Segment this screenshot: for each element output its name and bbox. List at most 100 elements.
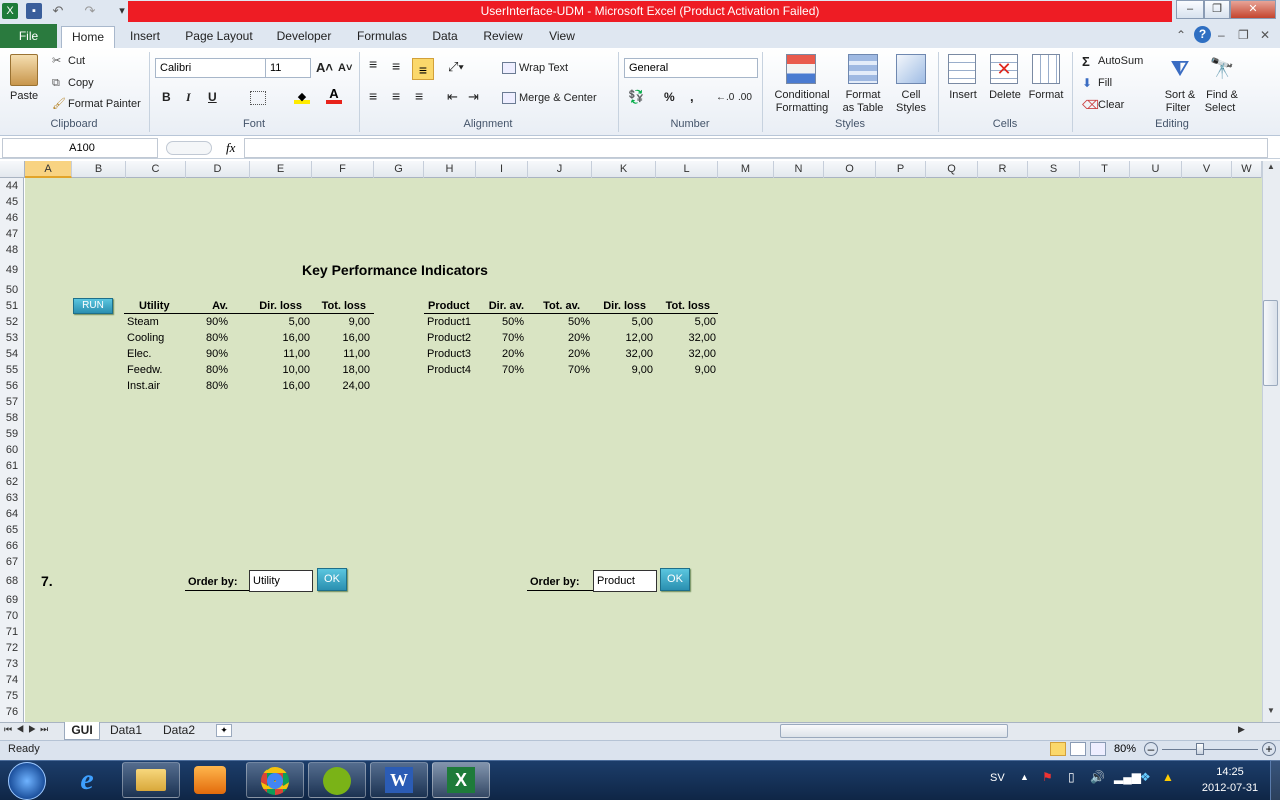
column-header-t[interactable]: T	[1080, 161, 1130, 178]
wrap-text-icon[interactable]	[502, 62, 516, 74]
excel-app-icon[interactable]: X	[2, 3, 18, 19]
paste-icon[interactable]	[10, 54, 38, 86]
column-header-d[interactable]: D	[186, 161, 250, 178]
column-header-s[interactable]: S	[1028, 161, 1080, 178]
row-header-56[interactable]: 56	[0, 378, 24, 394]
tab-view[interactable]: View	[540, 24, 584, 48]
fill-color-icon[interactable]: ◆	[294, 90, 310, 104]
bold-button[interactable]: B	[162, 91, 171, 104]
delete-cells-icon[interactable]: ✕	[990, 54, 1018, 84]
fill-icon[interactable]: ⬇	[1082, 77, 1092, 90]
dropbox-icon[interactable]: ❖	[1140, 770, 1151, 784]
drive-icon[interactable]: ▲	[1162, 770, 1174, 784]
zoom-in-icon[interactable]: +	[1262, 742, 1276, 756]
run-button[interactable]: RUN	[73, 298, 113, 314]
column-header-f[interactable]: F	[312, 161, 374, 178]
row-header-47[interactable]: 47	[0, 226, 24, 242]
row-header-62[interactable]: 62	[0, 474, 24, 490]
font-color-icon[interactable]: A	[326, 87, 342, 104]
clock-time[interactable]: 14:25	[1210, 766, 1250, 778]
row-header-51[interactable]: 51	[0, 298, 24, 314]
format-as-table-icon[interactable]	[848, 54, 878, 84]
tab-insert[interactable]: Insert	[122, 24, 168, 48]
formula-bar-splitter[interactable]	[166, 141, 212, 155]
row-header-63[interactable]: 63	[0, 490, 24, 506]
underline-button[interactable]: U	[208, 91, 217, 104]
cut-button[interactable]: Cut	[68, 55, 85, 68]
column-header-o[interactable]: O	[824, 161, 876, 178]
row-header-69[interactable]: 69	[0, 592, 24, 608]
format-button[interactable]: Format	[1026, 89, 1066, 102]
taskbar-spotify[interactable]	[308, 762, 366, 798]
number-format-select[interactable]: General	[624, 58, 758, 78]
row-header-60[interactable]: 60	[0, 442, 24, 458]
grow-font-icon[interactable]: A˄	[316, 61, 333, 74]
column-header-e[interactable]: E	[250, 161, 312, 178]
insert-button[interactable]: Insert	[946, 89, 980, 102]
save-icon[interactable]: ▪	[26, 3, 42, 19]
paste-button[interactable]: Paste	[10, 90, 38, 103]
autosum-button[interactable]: AutoSum	[1098, 55, 1143, 68]
workbook-minimize-icon[interactable]: –	[1218, 28, 1225, 42]
sheet-nav-arrows-icon[interactable]: ⏮◀▶⏭	[4, 724, 52, 735]
zoom-slider-thumb[interactable]	[1196, 743, 1204, 755]
volume-icon[interactable]: 🔊	[1090, 770, 1105, 784]
merge-center-icon[interactable]	[502, 92, 516, 104]
tab-home[interactable]: Home	[61, 26, 115, 49]
borders-icon[interactable]	[250, 91, 266, 105]
minimize-button[interactable]: –	[1176, 0, 1204, 19]
vertical-scrollbar[interactable]	[1262, 161, 1280, 722]
network-icon[interactable]: ▂▄▆	[1114, 770, 1141, 784]
row-header-71[interactable]: 71	[0, 624, 24, 640]
internet-explorer-icon[interactable]: e	[62, 764, 112, 798]
cut-icon[interactable]: ✂	[52, 55, 61, 68]
sheet-tab-data2[interactable]: Data2	[156, 722, 202, 740]
row-header-57[interactable]: 57	[0, 394, 24, 410]
merge-center-button[interactable]: Merge & Center	[519, 92, 597, 105]
insert-function-icon[interactable]: fx	[226, 140, 235, 156]
taskbar-word[interactable]: W	[370, 762, 428, 798]
autosum-icon[interactable]: Σ	[1082, 55, 1090, 68]
accounting-format-icon[interactable]: 💱	[628, 90, 644, 103]
show-desktop-button[interactable]	[1270, 760, 1280, 800]
italic-button[interactable]: I	[186, 91, 191, 104]
cell-styles-button[interactable]: Cell	[894, 89, 928, 102]
order-by-product-input[interactable]: Product	[593, 570, 657, 592]
minimize-ribbon-icon[interactable]: ⌃	[1176, 28, 1186, 42]
row-header-54[interactable]: 54	[0, 346, 24, 362]
align-bottom-icon[interactable]: ≡	[412, 58, 434, 80]
ok-product-button[interactable]: OK	[660, 568, 690, 591]
font-size-select[interactable]: 11	[265, 58, 311, 78]
show-hidden-icons[interactable]: ▲	[1020, 772, 1029, 782]
column-header-c[interactable]: C	[126, 161, 186, 178]
conditional-formatting-icon[interactable]	[786, 54, 816, 84]
insert-sheet-icon[interactable]: ✦	[216, 724, 232, 737]
row-header-64[interactable]: 64	[0, 506, 24, 522]
ok-utility-button[interactable]: OK	[317, 568, 347, 591]
column-header-u[interactable]: U	[1130, 161, 1182, 178]
row-header-72[interactable]: 72	[0, 640, 24, 656]
sheet-tab-data1[interactable]: Data1	[104, 722, 148, 740]
decrease-decimal-icon[interactable]: .00	[738, 91, 752, 104]
row-header-67[interactable]: 67	[0, 554, 24, 570]
format-painter-icon[interactable]: 🖌	[52, 98, 66, 111]
sort-filter-icon[interactable]: ⧨	[1166, 54, 1194, 84]
percent-style-button[interactable]: %	[664, 91, 675, 104]
page-layout-view-icon[interactable]	[1070, 742, 1086, 756]
clear-button[interactable]: Clear	[1098, 99, 1124, 112]
column-header-p[interactable]: P	[876, 161, 926, 178]
decrease-indent-icon[interactable]: ⇤	[447, 90, 458, 103]
row-header-52[interactable]: 52	[0, 314, 24, 330]
shrink-font-icon[interactable]: A˅	[338, 62, 352, 75]
workbook-restore-icon[interactable]: ❐	[1238, 28, 1249, 42]
copy-icon[interactable]: ⧉	[52, 77, 60, 90]
formula-input[interactable]	[244, 138, 1268, 158]
clock-date[interactable]: 2012-07-31	[1194, 782, 1266, 794]
zoom-slider-track[interactable]	[1162, 749, 1258, 750]
row-header-70[interactable]: 70	[0, 608, 24, 624]
column-header-r[interactable]: R	[978, 161, 1028, 178]
insert-cells-icon[interactable]	[948, 54, 976, 84]
orientation-icon[interactable]: ⤢▾	[448, 60, 464, 73]
undo-icon[interactable]: ↶	[50, 3, 66, 19]
row-header-45[interactable]: 45	[0, 194, 24, 210]
